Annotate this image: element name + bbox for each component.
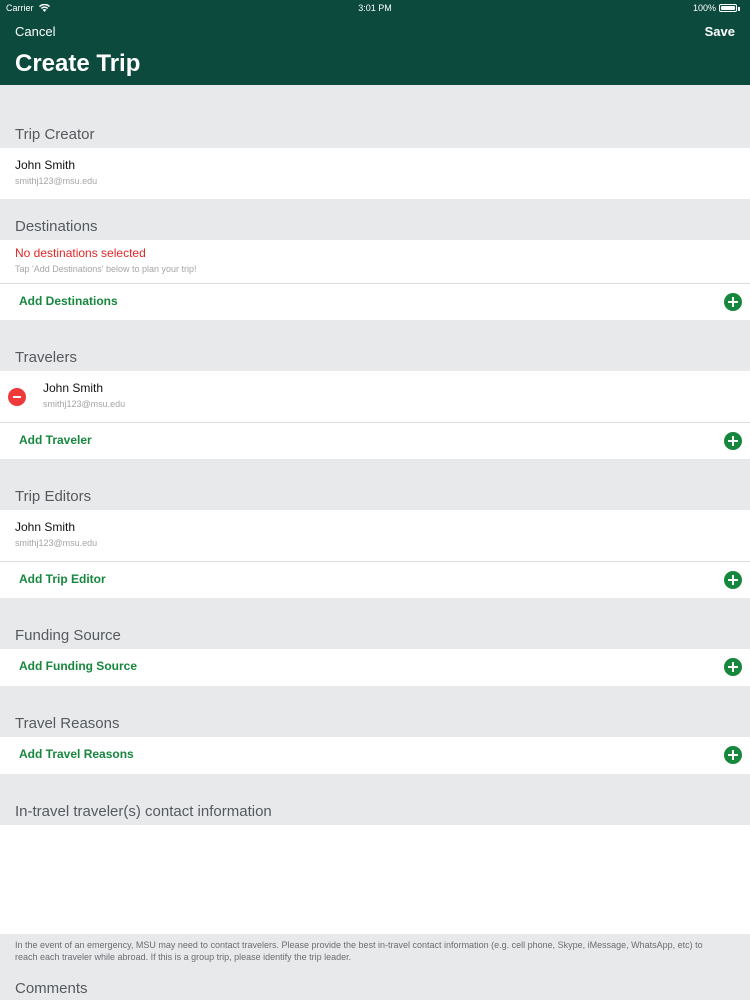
trip-editors-block: John Smith smithj123@msu.edu Add Trip Ed… [0,510,750,598]
section-header-trip-creator: Trip Creator [15,126,95,143]
minus-circle-icon[interactable] [8,388,26,406]
battery-icon [719,4,737,12]
section-header-trip-editors: Trip Editors [15,488,92,505]
cancel-button[interactable]: Cancel [15,24,55,39]
destinations-hint: Tap 'Add Destinations' below to plan you… [15,264,197,274]
plus-circle-icon [724,658,742,676]
traveler-email: smithj123@msu.edu [43,399,126,409]
add-funding-source-button[interactable]: Add Funding Source [0,649,750,686]
battery-percent: 100% [692,3,716,13]
section-header-travel-reasons: Travel Reasons [15,715,120,732]
contact-info-text-area[interactable] [0,825,750,934]
section-header-funding-source: Funding Source [15,627,121,644]
section-header-comments: Comments [15,980,88,997]
plus-circle-icon [724,293,742,311]
add-destinations-label: Add Destinations [19,294,118,308]
trip-editor-email: smithj123@msu.edu [15,538,98,548]
add-destinations-button[interactable]: Add Destinations [0,284,750,320]
add-trip-editor-button[interactable]: Add Trip Editor [0,562,750,598]
status-time: 3:01 PM [358,3,392,13]
no-destinations-message: No destinations selected [15,246,146,260]
plus-circle-icon [724,432,742,450]
trip-creator-email: smithj123@msu.edu [15,176,98,186]
section-header-destinations: Destinations [15,218,98,235]
destinations-block: No destinations selected Tap 'Add Destin… [0,240,750,320]
travelers-block: John Smith smithj123@msu.edu Add Travele… [0,371,750,459]
trip-creator-name: John Smith [15,158,76,172]
add-travel-reasons-button[interactable]: Add Travel Reasons [0,737,750,774]
contact-info-note: In the event of an emergency, MSU may ne… [15,940,703,962]
battery-tip [738,7,740,11]
add-trip-editor-label: Add Trip Editor [19,572,106,586]
trip-creator-row: John Smith smithj123@msu.edu [0,148,750,199]
section-header-travelers: Travelers [15,349,77,366]
add-travel-reasons-label: Add Travel Reasons [19,747,134,761]
traveler-name: John Smith [43,381,104,395]
plus-circle-icon [724,571,742,589]
save-button[interactable]: Save [705,24,735,39]
add-traveler-button[interactable]: Add Traveler [0,423,750,459]
trip-editor-name: John Smith [15,520,76,534]
status-battery: 100% [693,3,740,13]
section-header-contact-info: In-travel traveler(s) contact informatio… [15,803,272,820]
navigation-header: Carrier 3:01 PM 100% Cancel Save Create … [0,0,750,85]
add-traveler-label: Add Traveler [19,433,92,447]
add-funding-source-label: Add Funding Source [19,659,137,673]
plus-circle-icon [724,746,742,764]
page-title: Create Trip [15,50,141,77]
